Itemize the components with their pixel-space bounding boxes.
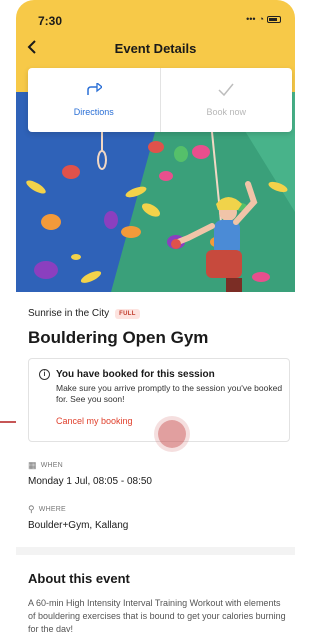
- status-time: 7:30: [38, 14, 63, 28]
- calendar-icon: ▦: [28, 460, 37, 470]
- when-label-row: ▦ WHEN: [28, 460, 63, 471]
- page-title: Event Details: [114, 41, 197, 56]
- cancel-booking-link[interactable]: Cancel my booking: [56, 416, 133, 426]
- tap-indicator: [158, 420, 186, 448]
- wifi-icon: ◔: [258, 14, 264, 24]
- battery-icon: [267, 15, 281, 23]
- directions-button[interactable]: Directions: [28, 68, 160, 132]
- book-now-button[interactable]: Book now: [159, 68, 293, 132]
- event-content: Sunrise in the City FULL Bouldering Open…: [16, 292, 295, 632]
- full-badge: FULL: [115, 308, 140, 319]
- about-text: A 60-min High Intensity Interval Trainin…: [28, 598, 286, 632]
- action-card: Directions Book now: [28, 68, 292, 132]
- where-value: Boulder+Gym, Kallang: [28, 520, 129, 531]
- section-divider: [16, 547, 295, 555]
- signal-icon: •••: [246, 14, 256, 24]
- booking-notice-title: You have booked for this session: [56, 369, 215, 380]
- phone-screen: 7:30 ••• ◔ Event Details Directions Book…: [16, 0, 295, 632]
- when-value: Monday 1 Jul, 08:05 - 08:50: [28, 476, 152, 487]
- directions-icon: [86, 81, 103, 101]
- location-pin-icon: ⚲: [28, 504, 35, 514]
- where-label: WHERE: [38, 506, 66, 513]
- organizer-name: Sunrise in the City: [28, 308, 110, 319]
- about-title: About this event: [28, 571, 130, 586]
- when-label: WHEN: [40, 462, 63, 469]
- book-now-label: Book now: [206, 107, 247, 117]
- status-icons: ••• ◔: [246, 14, 281, 24]
- where-label-row: ⚲ WHERE: [28, 504, 66, 515]
- organizer-row: Sunrise in the City FULL: [28, 308, 140, 319]
- directions-label: Directions: [73, 107, 114, 117]
- info-icon: i: [39, 369, 50, 380]
- booking-notice-description: Make sure you arrive promptly to the ses…: [56, 383, 283, 404]
- check-icon: [218, 83, 234, 101]
- event-title: Bouldering Open Gym: [28, 328, 209, 347]
- booking-notice-header: i You have booked for this session: [39, 369, 215, 380]
